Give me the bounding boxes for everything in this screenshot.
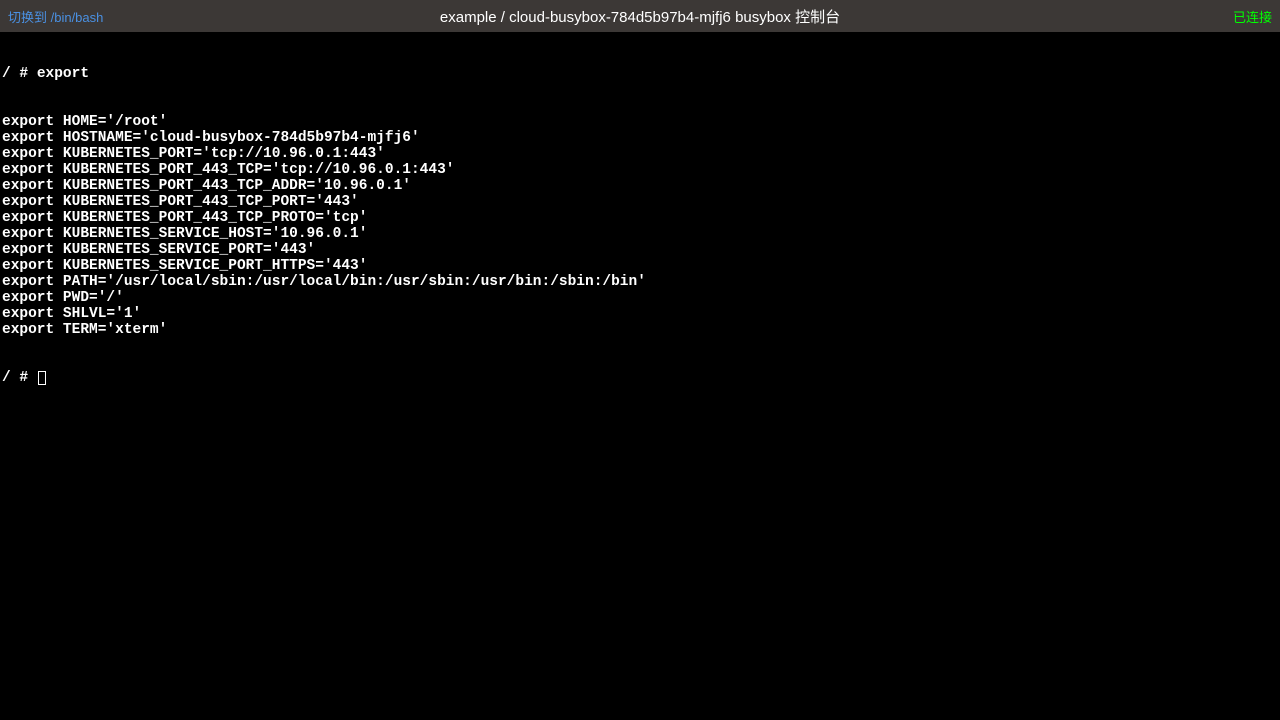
terminal-area[interactable]: / # export export HOME='/root'export HOS… <box>0 32 1280 404</box>
terminal-output-line: export SHLVL='1' <box>2 306 1278 322</box>
terminal-active-prompt-line: / # <box>2 370 1278 386</box>
terminal-output-line: export PWD='/' <box>2 290 1278 306</box>
terminal-output-line: export KUBERNETES_PORT_443_TCP_PROTO='tc… <box>2 210 1278 226</box>
terminal-command: export <box>37 66 89 82</box>
console-title: example / cloud-busybox-784d5b97b4-mjfj6… <box>440 6 840 27</box>
terminal-output-line: export KUBERNETES_SERVICE_HOST='10.96.0.… <box>2 226 1278 242</box>
terminal-output-line: export KUBERNETES_SERVICE_PORT='443' <box>2 242 1278 258</box>
terminal-cursor <box>38 371 46 385</box>
terminal-output-line: export KUBERNETES_SERVICE_PORT_HTTPS='44… <box>2 258 1278 274</box>
terminal-output-line: export HOME='/root' <box>2 114 1278 130</box>
terminal-output-line: export KUBERNETES_PORT_443_TCP_PORT='443… <box>2 194 1278 210</box>
terminal-output: export HOME='/root'export HOSTNAME='clou… <box>2 114 1278 338</box>
switch-shell-link[interactable]: 切换到 /bin/bash <box>8 7 103 26</box>
terminal-output-line: export KUBERNETES_PORT_443_TCP_ADDR='10.… <box>2 178 1278 194</box>
terminal-output-line: export PATH='/usr/local/sbin:/usr/local/… <box>2 274 1278 290</box>
terminal-prompt: / # <box>2 370 37 386</box>
terminal-prompt: / # <box>2 66 37 82</box>
terminal-command-line: / # export <box>2 66 1278 82</box>
terminal-output-line: export TERM='xterm' <box>2 322 1278 338</box>
console-header: 切换到 /bin/bash example / cloud-busybox-78… <box>0 0 1280 32</box>
terminal-output-line: export HOSTNAME='cloud-busybox-784d5b97b… <box>2 130 1278 146</box>
terminal-output-line: export KUBERNETES_PORT_443_TCP='tcp://10… <box>2 162 1278 178</box>
terminal-output-line: export KUBERNETES_PORT='tcp://10.96.0.1:… <box>2 146 1278 162</box>
connection-status: 已连接 <box>1233 7 1272 26</box>
